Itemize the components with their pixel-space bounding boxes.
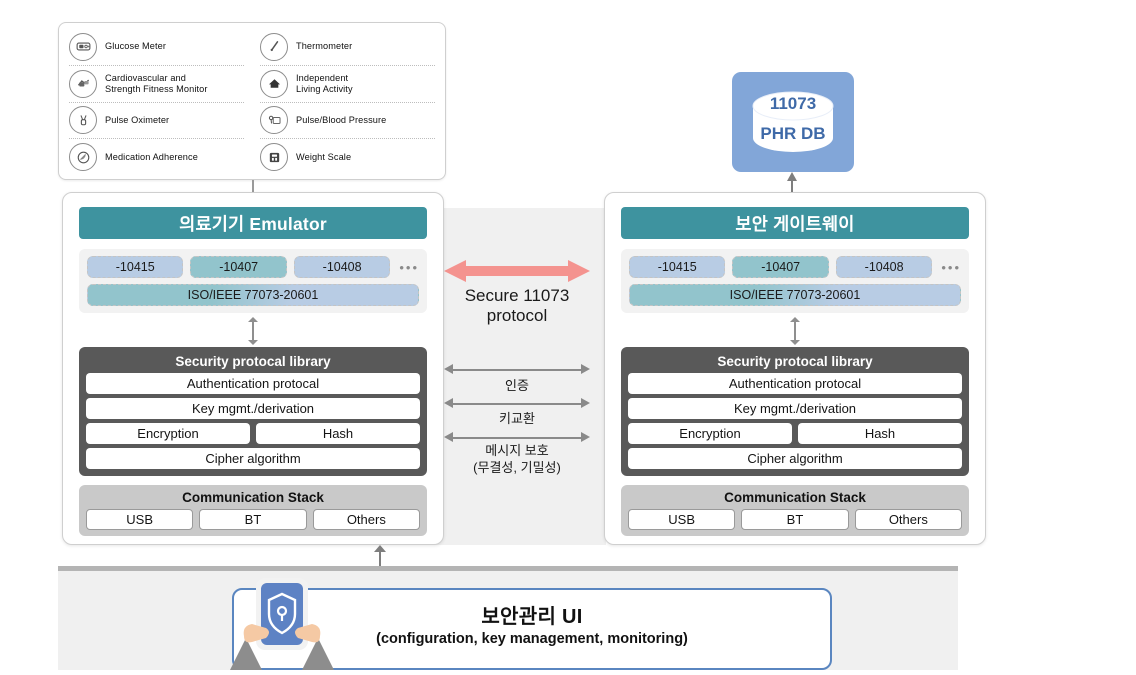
communication-stack: Communication Stack USB BT Others (79, 485, 427, 536)
security-row-cipher-algorithm: Cipher algorithm (86, 448, 420, 469)
security-gateway-panel: 보안 게이트웨이 -10415 -10407 -10408 ••• ISO/IE… (604, 192, 986, 545)
security-gateway-protocol-group: -10415 -10407 -10408 ••• ISO/IEEE 77073-… (621, 249, 969, 313)
legend-item-medication-adherence: Medication Adherence (69, 139, 244, 175)
flow-label-message-protection-detail: (무결성, 기밀성) (473, 460, 561, 475)
thermometer-icon (260, 32, 288, 61)
legend-item-label: Cardiovascular and Strength Fitness Monit… (105, 72, 208, 94)
security-gateway-header: 보안 게이트웨이 (621, 207, 969, 239)
legend-item-independent-living: Independent Living Activity (260, 66, 435, 103)
comm-item-bt[interactable]: BT (199, 509, 307, 530)
protocol-chip[interactable]: -10407 (190, 256, 287, 278)
phr-db-line2: PHR DB (760, 124, 826, 143)
comm-item-others[interactable]: Others (312, 509, 420, 530)
device-emulator-chip-row: -10415 -10407 -10408 ••• (87, 256, 419, 278)
security-row-split: Encryption Hash (86, 423, 420, 444)
legend-item-label: Pulse/Blood Pressure (296, 114, 387, 125)
security-row-key-mgmt: Key mgmt./derivation (86, 398, 420, 419)
device-legend-box: Glucose Meter Cardiovascular and Strength… (58, 22, 446, 180)
security-ui-subtitle: (configuration, key management, monitori… (376, 630, 688, 647)
communication-stack-row: USB BT Others (628, 509, 962, 530)
device-emulator-protocol-group: -10415 -10407 -10408 ••• ISO/IEEE 77073-… (79, 249, 427, 313)
gateway-stack-connector (789, 317, 801, 345)
emulator-stack-connector (247, 317, 259, 345)
security-library-title: Security protocal library (717, 354, 873, 369)
flow-arrow-auth (444, 364, 590, 375)
glucose-meter-icon (69, 32, 97, 61)
device-emulator-header: 의료기기 Emulator (79, 207, 427, 239)
legend-item-label: Pulse Oximeter (105, 114, 170, 125)
communication-stack-row: USB BT Others (86, 509, 420, 530)
legend-item-thermometer: Thermometer (260, 29, 435, 66)
security-gateway-chip-row: -10415 -10407 -10408 ••• (629, 256, 961, 278)
legend-item-glucose-meter: Glucose Meter (69, 29, 244, 66)
comm-item-others[interactable]: Others (854, 509, 962, 530)
phr-db-node: 11073 PHR DB (732, 72, 854, 172)
flow-label-message-protection: 메시지 보호 (485, 443, 549, 458)
security-library-title: Security protocal library (175, 354, 331, 369)
legend-item-label: Thermometer (296, 41, 353, 52)
independent-living-activity-icon (260, 69, 288, 98)
security-protocol-library: Security protocal library Authentication… (621, 347, 969, 476)
iso-ieee-standard-bar: ISO/IEEE 77073-20601 (87, 284, 419, 306)
legend-right-column: Thermometer Independent Living Activity P… (250, 29, 435, 175)
comm-item-usb[interactable]: USB (86, 509, 194, 530)
security-row-split: Encryption Hash (628, 423, 962, 444)
medication-adherence-icon (69, 143, 97, 172)
security-row-authentication: Authentication protocal (628, 373, 962, 394)
security-ui-text-group: 보안관리 UI (configuration, key management, … (232, 588, 832, 658)
security-row-cipher-algorithm: Cipher algorithm (628, 448, 962, 469)
communication-stack: Communication Stack USB BT Others (621, 485, 969, 536)
protocol-chip[interactable]: -10415 (629, 256, 726, 278)
legend-item-label: Independent Living Activity (296, 72, 353, 94)
secure-protocol-title-line2: protocol (486, 306, 548, 325)
comm-item-bt[interactable]: BT (741, 509, 849, 530)
security-protocol-library: Security protocal library Authentication… (79, 347, 427, 476)
legend-left-column: Glucose Meter Cardiovascular and Strength… (69, 29, 250, 175)
protocol-chip[interactable]: -10407 (732, 256, 829, 278)
protocol-chip[interactable]: -10415 (87, 256, 184, 278)
legend-item-label: Weight Scale (296, 151, 352, 162)
comm-item-usb[interactable]: USB (628, 509, 736, 530)
protocol-chip[interactable]: -10408 (835, 256, 933, 278)
security-row-encryption: Encryption (628, 423, 792, 444)
secure-protocol-title: Secure 11073 protocol (428, 286, 606, 326)
legend-item-weight-scale: Weight Scale (260, 139, 435, 175)
pulse-blood-pressure-icon (260, 106, 288, 135)
protocol-chip[interactable]: -10408 (293, 256, 391, 278)
security-row-hash: Hash (256, 423, 420, 444)
legend-item-cardio-fitness: Cardiovascular and Strength Fitness Monit… (69, 66, 244, 103)
pulse-oximeter-icon (69, 106, 97, 135)
communication-stack-title: Communication Stack (724, 490, 866, 505)
security-row-encryption: Encryption (86, 423, 250, 444)
phr-db-line1: 11073 (769, 94, 817, 113)
protocol-chip-more: ••• (941, 259, 962, 275)
secure-protocol-title-line1: Secure 11073 (464, 286, 570, 305)
secure-protocol-arrow (444, 258, 590, 284)
flow-arrow-key-exchange (444, 398, 590, 409)
protocol-chip-more: ••• (399, 259, 420, 275)
flow-arrow-message-protection (444, 432, 590, 443)
legend-item-pulse-blood-pressure: Pulse/Blood Pressure (260, 103, 435, 140)
legend-item-label: Medication Adherence (105, 151, 198, 162)
iso-ieee-standard-bar: ISO/IEEE 77073-20601 (629, 284, 961, 306)
flow-label-auth: 인증 (505, 378, 529, 393)
device-emulator-panel: 의료기기 Emulator -10415 -10407 -10408 ••• I… (62, 192, 444, 545)
communication-stack-title: Communication Stack (182, 490, 324, 505)
legend-item-pulse-oximeter: Pulse Oximeter (69, 103, 244, 140)
security-row-key-mgmt: Key mgmt./derivation (628, 398, 962, 419)
security-row-hash: Hash (798, 423, 962, 444)
cardio-fitness-monitor-icon (69, 69, 97, 98)
weight-scale-icon (260, 143, 288, 172)
legend-item-label: Glucose Meter (105, 41, 167, 52)
security-row-authentication: Authentication protocal (86, 373, 420, 394)
security-ui-title: 보안관리 UI (481, 605, 583, 628)
flow-label-key-exchange: 키교환 (499, 411, 535, 426)
